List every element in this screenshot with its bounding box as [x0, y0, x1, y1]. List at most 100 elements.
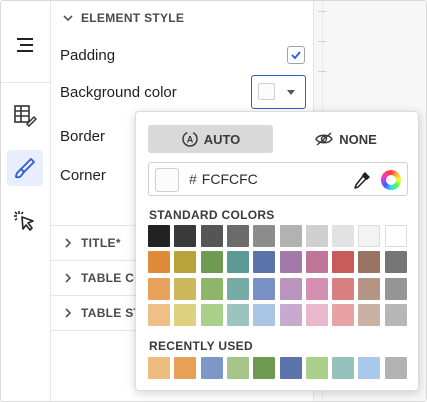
color-swatch[interactable] [358, 304, 380, 326]
section-label: TITLE* [81, 236, 121, 250]
color-swatch[interactable] [148, 251, 170, 273]
color-swatch[interactable] [385, 251, 407, 273]
color-swatch[interactable] [174, 251, 196, 273]
eye-off-icon [315, 132, 334, 146]
color-swatch[interactable] [201, 225, 223, 247]
color-swatch[interactable] [174, 278, 196, 300]
color-swatch[interactable] [306, 225, 328, 247]
color-swatch[interactable] [280, 225, 302, 247]
ruler-tick [318, 41, 326, 42]
hex-preview-swatch [155, 168, 179, 192]
color-swatch[interactable] [358, 278, 380, 300]
color-swatch[interactable] [280, 278, 302, 300]
color-swatch[interactable] [148, 357, 170, 379]
color-swatch[interactable] [253, 251, 275, 273]
eyedropper-icon[interactable] [352, 170, 372, 190]
hex-input-box: # FCFCFC [148, 162, 408, 196]
corner-label: Corner [60, 167, 106, 184]
border-label: Border [60, 128, 106, 145]
ruler-tick [318, 11, 326, 12]
color-swatch[interactable] [332, 225, 354, 247]
color-swatch[interactable] [253, 278, 275, 300]
color-swatch[interactable] [201, 278, 223, 300]
icon-rail [1, 1, 51, 401]
standard-colors-title: STANDARD COLORS [149, 208, 275, 222]
none-label: NONE [339, 131, 377, 147]
color-swatch[interactable] [332, 278, 354, 300]
chevron-right-icon [65, 308, 72, 318]
color-swatch[interactable] [227, 251, 249, 273]
format-tab-button[interactable] [7, 97, 43, 133]
chevron-right-icon [65, 238, 72, 248]
color-swatch[interactable] [174, 225, 196, 247]
checkmark-icon [291, 51, 301, 60]
color-swatch[interactable] [280, 357, 302, 379]
menu-button[interactable] [7, 27, 43, 63]
section-label: ELEMENT STYLE [81, 11, 185, 25]
svg-text:A: A [186, 135, 193, 145]
color-picker-popover: A AUTO NONE # FCFCFC STANDARD COLORS REC… [135, 111, 419, 391]
color-swatch[interactable] [253, 357, 275, 379]
section-table-columns[interactable]: TABLE CO [61, 267, 144, 289]
menu-icon [17, 38, 33, 52]
color-swatch[interactable] [174, 357, 196, 379]
background-color-label: Background color [60, 84, 177, 101]
hex-value: FCFCFC [201, 171, 258, 187]
auto-mode-button[interactable]: A AUTO [148, 125, 273, 153]
color-swatch[interactable] [385, 304, 407, 326]
color-swatch[interactable] [332, 357, 354, 379]
rail-divider [1, 82, 51, 83]
color-swatch[interactable] [332, 304, 354, 326]
hex-input[interactable]: # FCFCFC [189, 171, 258, 187]
color-swatch[interactable] [385, 278, 407, 300]
color-wheel-icon[interactable] [381, 170, 401, 190]
ruler-tick [318, 71, 326, 72]
color-swatch[interactable] [201, 304, 223, 326]
app-frame: ELEMENT STYLE Padding Background color B… [0, 0, 427, 402]
color-swatch[interactable] [227, 357, 249, 379]
color-swatch[interactable] [358, 357, 380, 379]
caret-down-icon [287, 90, 295, 95]
color-swatch[interactable] [306, 304, 328, 326]
padding-checkbox[interactable] [287, 46, 305, 64]
color-swatch[interactable] [227, 225, 249, 247]
auto-label: AUTO [203, 131, 241, 147]
current-color-swatch [258, 83, 275, 100]
color-swatch[interactable] [201, 357, 223, 379]
color-swatch[interactable] [148, 304, 170, 326]
color-swatch[interactable] [280, 304, 302, 326]
color-swatch[interactable] [148, 278, 170, 300]
style-tab-button[interactable] [7, 150, 43, 186]
padding-label: Padding [60, 47, 116, 64]
chevron-down-icon [63, 15, 73, 22]
hash-prefix: # [189, 171, 197, 187]
color-swatch[interactable] [358, 251, 380, 273]
color-swatch[interactable] [306, 251, 328, 273]
auto-icon: A [181, 131, 198, 147]
fill-mode-toggle: A AUTO NONE [148, 125, 408, 153]
interact-cursor-icon [14, 211, 34, 231]
interact-tab-button[interactable] [7, 203, 43, 239]
color-swatch[interactable] [280, 251, 302, 273]
color-swatch[interactable] [306, 357, 328, 379]
background-color-picker-button[interactable] [251, 75, 306, 109]
color-swatch[interactable] [253, 304, 275, 326]
color-swatch[interactable] [227, 304, 249, 326]
recently-used-title: RECENTLY USED [149, 339, 253, 353]
color-swatch[interactable] [385, 357, 407, 379]
color-swatch[interactable] [174, 304, 196, 326]
style-brush-icon [15, 158, 35, 179]
color-swatch[interactable] [385, 225, 407, 247]
color-swatch[interactable] [201, 251, 223, 273]
section-title[interactable]: TITLE* [61, 232, 121, 254]
color-swatch[interactable] [253, 225, 275, 247]
format-table-icon [14, 105, 37, 127]
color-swatch[interactable] [227, 278, 249, 300]
color-swatch[interactable] [332, 251, 354, 273]
color-swatch[interactable] [306, 278, 328, 300]
color-swatch[interactable] [358, 225, 380, 247]
section-element-style[interactable]: ELEMENT STYLE [61, 7, 184, 29]
color-swatch[interactable] [148, 225, 170, 247]
chevron-right-icon [65, 273, 72, 283]
none-mode-button[interactable]: NONE [283, 125, 408, 153]
